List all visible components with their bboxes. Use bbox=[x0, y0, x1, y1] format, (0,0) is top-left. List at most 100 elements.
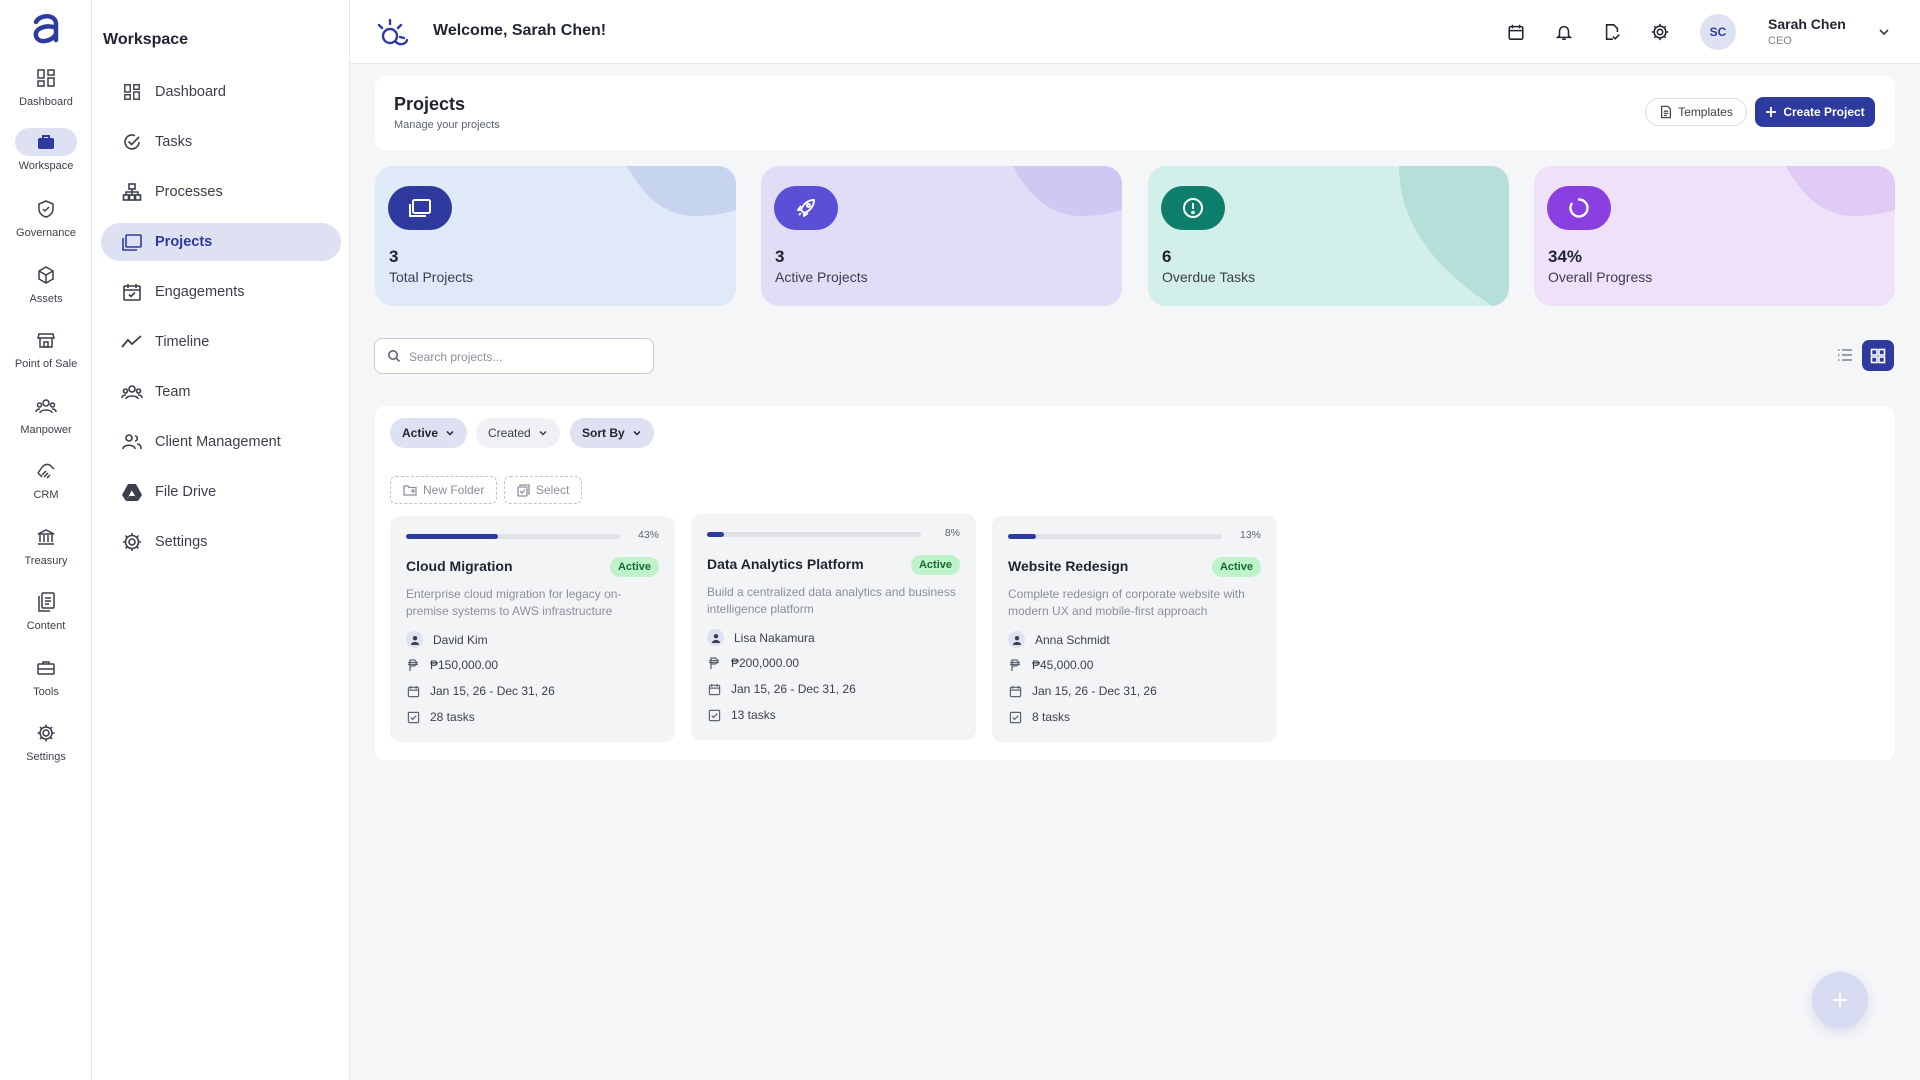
sidebar-item-label: Dashboard bbox=[155, 84, 226, 100]
progress-ring-icon bbox=[1547, 186, 1611, 230]
rail-item-label: Point of Sale bbox=[14, 358, 78, 370]
decorative-blob bbox=[1399, 166, 1509, 306]
floating-add-button[interactable] bbox=[1812, 972, 1868, 1028]
sidebar-item-engagements[interactable]: Engagements bbox=[101, 273, 341, 311]
rail-item-label: Governance bbox=[16, 227, 76, 239]
rail-item-governance[interactable]: Governance bbox=[0, 195, 92, 251]
project-description: Build a centralized data analytics and b… bbox=[707, 585, 956, 616]
status-filter-dropdown[interactable]: Active bbox=[390, 418, 468, 448]
rail-item-point-of-sale[interactable]: Point of Sale bbox=[0, 326, 92, 382]
project-tasks: 28 tasks bbox=[430, 710, 475, 724]
sidebar-item-client-management[interactable]: Client Management bbox=[101, 423, 341, 461]
project-dates: Jan 15, 26 - Dec 31, 26 bbox=[430, 684, 555, 698]
search-input[interactable] bbox=[409, 347, 639, 367]
cube-icon bbox=[30, 261, 62, 289]
sidebar-item-processes[interactable]: Processes bbox=[101, 173, 341, 211]
stat-value: 3 bbox=[389, 247, 399, 266]
project-card[interactable]: 43% Cloud Migration Active Enterprise cl… bbox=[390, 516, 675, 742]
calendar-icon[interactable] bbox=[1504, 20, 1528, 44]
project-title: Cloud Migration bbox=[406, 558, 513, 574]
bank-icon bbox=[30, 523, 62, 551]
created-filter-dropdown[interactable]: Created bbox=[476, 418, 560, 448]
app-logo-icon[interactable] bbox=[26, 10, 66, 50]
list-view-button[interactable] bbox=[1830, 340, 1860, 370]
user-name[interactable]: Sarah Chen bbox=[1768, 16, 1846, 32]
project-owner-row: Anna Schmidt bbox=[1008, 631, 1110, 648]
alert-circle-icon bbox=[1161, 186, 1225, 230]
user-avatar-icon bbox=[1008, 631, 1025, 648]
progress-bar-fill bbox=[406, 534, 499, 539]
chevron-down-icon bbox=[445, 428, 455, 438]
grid-view-button[interactable] bbox=[1862, 340, 1894, 371]
rail-item-tools[interactable]: Tools bbox=[0, 654, 92, 710]
search-icon bbox=[387, 349, 401, 363]
sidebar-item-dashboard[interactable]: Dashboard bbox=[101, 73, 341, 111]
rail-item-dashboard[interactable]: Dashboard bbox=[0, 64, 92, 120]
stat-card-total-projects: 3 Total Projects bbox=[375, 166, 736, 306]
select-button[interactable]: Select bbox=[504, 476, 583, 504]
rail-item-label: CRM bbox=[33, 489, 59, 501]
stat-value: 6 bbox=[1162, 247, 1172, 266]
sort-by-dropdown[interactable]: Sort By bbox=[570, 418, 654, 448]
status-badge: Active bbox=[910, 555, 960, 575]
documents-icon bbox=[30, 588, 62, 616]
grid-icon bbox=[121, 81, 143, 103]
checkbox-icon bbox=[707, 708, 721, 722]
progress-percent: 43% bbox=[637, 529, 659, 541]
document-check-icon[interactable] bbox=[1600, 20, 1624, 44]
sidebar-item-file-drive[interactable]: File Drive bbox=[101, 473, 341, 511]
rail-item-settings[interactable]: Settings bbox=[0, 719, 92, 775]
progress-bar bbox=[1008, 534, 1222, 539]
rail-item-content[interactable]: Content bbox=[0, 588, 92, 644]
sidebar-item-timeline[interactable]: Timeline bbox=[101, 323, 341, 361]
hierarchy-icon bbox=[121, 181, 143, 203]
rail-item-workspace[interactable]: Workspace bbox=[0, 128, 92, 184]
drive-icon bbox=[121, 481, 143, 503]
progress-bar bbox=[406, 534, 620, 539]
rail-item-crm[interactable]: CRM bbox=[0, 457, 92, 513]
sidebar-item-tasks[interactable]: Tasks bbox=[101, 123, 341, 161]
grid-icon bbox=[1870, 348, 1886, 364]
select-label: Select bbox=[536, 483, 570, 497]
workspace-sidebar: Workspace Dashboard Tasks Processes Proj… bbox=[92, 0, 350, 1080]
stat-card-active-projects: 3 Active Projects bbox=[761, 166, 1122, 306]
toolbox-icon bbox=[30, 654, 62, 682]
people-icon bbox=[30, 392, 62, 420]
decorative-blob bbox=[1785, 166, 1895, 216]
project-card[interactable]: 8% Data Analytics Platform Active Build … bbox=[691, 514, 976, 740]
new-folder-button[interactable]: New Folder bbox=[390, 476, 498, 504]
calendar-icon bbox=[1008, 684, 1022, 698]
rail-item-treasury[interactable]: Treasury bbox=[0, 523, 92, 579]
gear-icon bbox=[30, 719, 62, 747]
project-description: Enterprise cloud migration for legacy on… bbox=[406, 587, 622, 618]
sidebar-item-label: Settings bbox=[155, 534, 208, 550]
team-icon bbox=[121, 381, 143, 403]
sidebar-item-label: Team bbox=[155, 384, 191, 400]
sidebar-item-label: File Drive bbox=[155, 484, 217, 500]
templates-button[interactable]: Templates bbox=[1645, 98, 1747, 126]
rail-item-assets[interactable]: Assets bbox=[0, 261, 92, 317]
project-dates-row: Jan 15, 26 - Dec 31, 26 bbox=[406, 684, 555, 698]
user-avatar[interactable]: SC bbox=[1700, 14, 1736, 50]
create-project-button[interactable]: Create Project bbox=[1755, 97, 1875, 127]
project-card[interactable]: 13% Website Redesign Active Complete red… bbox=[992, 516, 1277, 742]
stat-card-overall-progress: 34% Overall Progress bbox=[1534, 166, 1895, 306]
rail-item-manpower[interactable]: Manpower bbox=[0, 392, 92, 448]
sidebar-item-settings[interactable]: Settings bbox=[101, 523, 341, 561]
project-owner: Lisa Nakamura bbox=[734, 630, 815, 645]
brand-logo-icon bbox=[376, 16, 410, 50]
project-dates: Jan 15, 26 - Dec 31, 26 bbox=[731, 682, 856, 696]
bell-icon[interactable] bbox=[1552, 20, 1576, 44]
sidebar-title: Workspace bbox=[103, 31, 189, 48]
project-dates-row: Jan 15, 26 - Dec 31, 26 bbox=[1008, 684, 1157, 698]
project-dates: Jan 15, 26 - Dec 31, 26 bbox=[1032, 684, 1157, 698]
sidebar-item-label: Projects bbox=[155, 234, 213, 250]
project-dates-row: Jan 15, 26 - Dec 31, 26 bbox=[707, 682, 856, 696]
settings-gear-icon[interactable] bbox=[1648, 20, 1672, 44]
sidebar-item-projects[interactable]: Projects bbox=[101, 223, 341, 261]
project-budget: ₱200,000.00 bbox=[731, 656, 800, 670]
chevron-down-icon[interactable] bbox=[1874, 22, 1894, 42]
plus-icon bbox=[1831, 991, 1849, 1009]
status-badge: Active bbox=[609, 557, 659, 577]
sidebar-item-team[interactable]: Team bbox=[101, 373, 341, 411]
